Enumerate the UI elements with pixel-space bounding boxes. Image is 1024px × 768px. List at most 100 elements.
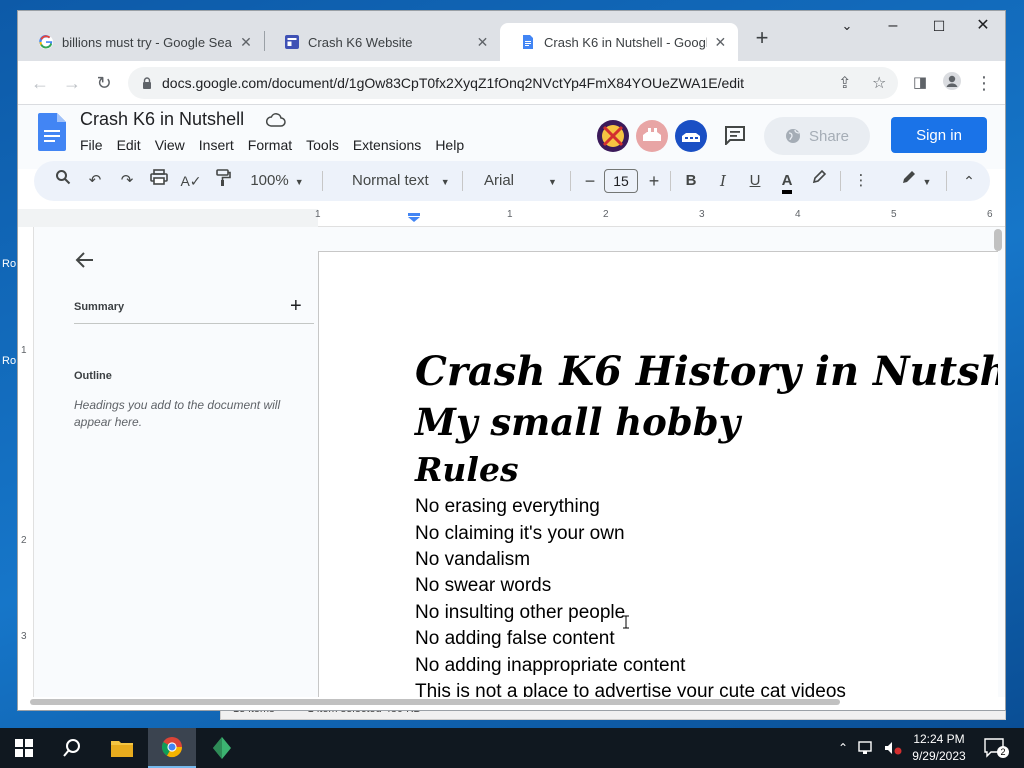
windows-logo-icon xyxy=(15,739,33,757)
docs-logo-icon[interactable] xyxy=(38,113,66,151)
spellcheck-icon[interactable]: A✓ xyxy=(180,169,202,193)
close-window-button[interactable]: ✕ xyxy=(960,11,1005,41)
share-page-icon[interactable]: ⇪ xyxy=(838,73,851,93)
increase-font-size-button[interactable]: + xyxy=(644,169,664,193)
menu-extensions[interactable]: Extensions xyxy=(353,135,421,155)
menu-edit[interactable]: Edit xyxy=(117,135,141,155)
address-bar[interactable]: docs.google.com/document/d/1gOw83CpT0fx2… xyxy=(128,67,898,99)
underline-button[interactable]: U xyxy=(744,169,766,193)
forward-button[interactable]: → xyxy=(60,71,84,95)
redo-icon[interactable]: ↷ xyxy=(116,169,138,193)
outline-hint: Headings you add to the document will ap… xyxy=(74,398,281,429)
menu-help[interactable]: Help xyxy=(435,135,464,155)
globe-icon xyxy=(785,129,800,143)
rule-line: No claiming it's your own xyxy=(415,523,625,544)
close-icon[interactable]: ✕ xyxy=(475,34,490,51)
paragraph-style-select[interactable]: Normal text ▼ xyxy=(334,169,458,193)
indent-marker-icon[interactable] xyxy=(408,213,420,222)
search-menus-icon[interactable] xyxy=(52,169,74,193)
back-button[interactable]: ← xyxy=(28,71,52,95)
document-title[interactable]: Crash K6 in Nutshell xyxy=(80,109,244,130)
toolbar-divider xyxy=(840,171,841,191)
collaborator-avatar[interactable] xyxy=(596,119,630,153)
close-icon[interactable]: ✕ xyxy=(238,34,254,51)
editing-mode-select[interactable]: ▼ xyxy=(894,169,938,193)
decrease-font-size-button[interactable]: − xyxy=(580,169,600,193)
app-taskbar-button[interactable] xyxy=(198,728,246,768)
back-arrow-icon[interactable] xyxy=(74,249,96,271)
ruler-margin-shade xyxy=(18,209,318,227)
show-hidden-icons-icon[interactable]: ⌃ xyxy=(838,741,848,755)
folder-icon xyxy=(111,741,133,757)
collaborator-avatar[interactable] xyxy=(635,119,669,153)
notification-center-button[interactable]: 2 xyxy=(984,738,1009,758)
desktop-icon-label[interactable]: Ro xyxy=(2,258,16,270)
close-icon[interactable]: ✕ xyxy=(713,34,728,51)
add-summary-button[interactable]: + xyxy=(290,295,302,318)
undo-icon[interactable]: ↶ xyxy=(84,169,106,193)
chrome-taskbar-button[interactable] xyxy=(148,728,196,768)
vertical-ruler[interactable]: 1 2 3 xyxy=(18,227,34,697)
rule-line: No adding inappropriate content xyxy=(415,655,686,676)
rule-line: No insulting other people xyxy=(415,602,626,623)
profile-icon[interactable] xyxy=(940,71,964,95)
tab-title: Crash K6 in Nutshell - Google Docs xyxy=(544,34,707,50)
toolbar-divider xyxy=(322,171,323,191)
font-select[interactable]: Arial ▼ xyxy=(468,169,572,193)
maximize-button[interactable]: ☐ xyxy=(916,11,962,41)
taskbar-search-button[interactable] xyxy=(48,728,96,768)
menu-view[interactable]: View xyxy=(155,135,185,155)
paint-format-icon[interactable] xyxy=(212,169,234,193)
tab-crash-k6-doc[interactable]: Crash K6 in Nutshell - Google Docs ✕ xyxy=(500,23,738,61)
font-size-input[interactable]: 15 xyxy=(604,169,638,193)
vertical-scrollbar[interactable] xyxy=(994,229,1002,251)
browser-menu-icon[interactable]: ⋮ xyxy=(972,71,996,95)
bold-button[interactable]: B xyxy=(680,169,702,193)
highlight-pen-icon[interactable] xyxy=(808,169,830,193)
collaborator-avatar[interactable] xyxy=(674,119,708,153)
italic-button[interactable]: I xyxy=(712,169,734,193)
tab-crash-k6-website[interactable]: Crash K6 Website ✕ xyxy=(264,23,500,61)
minimize-button[interactable]: – xyxy=(870,11,916,41)
horizontal-ruler[interactable]: 1 1 2 3 4 5 6 xyxy=(18,209,1005,227)
desktop-icon-label[interactable]: Ro xyxy=(2,355,16,367)
tab-strip: billions must try - Google Search ✕ Cras… xyxy=(18,11,1005,61)
sign-in-button[interactable]: Sign in xyxy=(891,117,987,153)
reload-button[interactable]: ↻ xyxy=(92,71,116,95)
horizontal-scrollbar[interactable] xyxy=(30,699,840,705)
new-tab-button[interactable]: + xyxy=(748,25,776,53)
network-icon[interactable] xyxy=(858,741,876,755)
cloud-saved-icon[interactable] xyxy=(266,113,286,127)
more-options-icon[interactable]: ⋮ xyxy=(850,169,872,193)
file-explorer-button[interactable] xyxy=(98,728,146,768)
docs-content-area: 1 2 3 Summary + Outline Headings you add… xyxy=(18,227,1005,697)
dropdown-arrow-icon: ▼ xyxy=(548,177,557,187)
google-icon xyxy=(39,34,53,49)
zoom-select[interactable]: 100% ▼ xyxy=(246,169,308,193)
bookmark-star-icon[interactable]: ☆ xyxy=(872,73,886,93)
dropdown-arrow-icon: ▼ xyxy=(440,177,450,187)
share-label: Share xyxy=(808,127,850,145)
tab-google-search[interactable]: billions must try - Google Search ✕ xyxy=(18,23,264,61)
menu-insert[interactable]: Insert xyxy=(199,135,234,155)
text-color-button[interactable]: A xyxy=(776,169,798,194)
zoom-value: 100% xyxy=(250,172,289,189)
menu-file[interactable]: File xyxy=(80,135,103,155)
rule-line: This is not a place to advertise your cu… xyxy=(415,681,846,697)
toolbar-divider xyxy=(946,171,947,191)
collapse-menus-icon[interactable]: ⌃ xyxy=(958,169,980,193)
start-button[interactable] xyxy=(0,728,48,768)
print-icon[interactable] xyxy=(148,169,170,193)
share-button[interactable]: Share xyxy=(764,117,870,155)
style-value: Normal text xyxy=(352,172,429,189)
clock-date: 9/29/2023 xyxy=(912,749,966,763)
docs-icon xyxy=(523,35,533,49)
document-outline-panel: Summary + Outline Headings you add to th… xyxy=(34,227,318,697)
menu-tools[interactable]: Tools xyxy=(306,135,339,155)
taskbar-clock[interactable]: 12:24 PM 9/29/2023 xyxy=(900,731,978,765)
menu-format[interactable]: Format xyxy=(248,135,292,155)
tab-search-chevron-icon[interactable]: ⌄ xyxy=(824,11,870,41)
comment-history-icon[interactable] xyxy=(724,125,746,145)
document-page[interactable]: Crash K6 History in Nutshell My small ho… xyxy=(318,251,998,697)
side-panel-icon[interactable]: ◨ xyxy=(908,71,932,95)
